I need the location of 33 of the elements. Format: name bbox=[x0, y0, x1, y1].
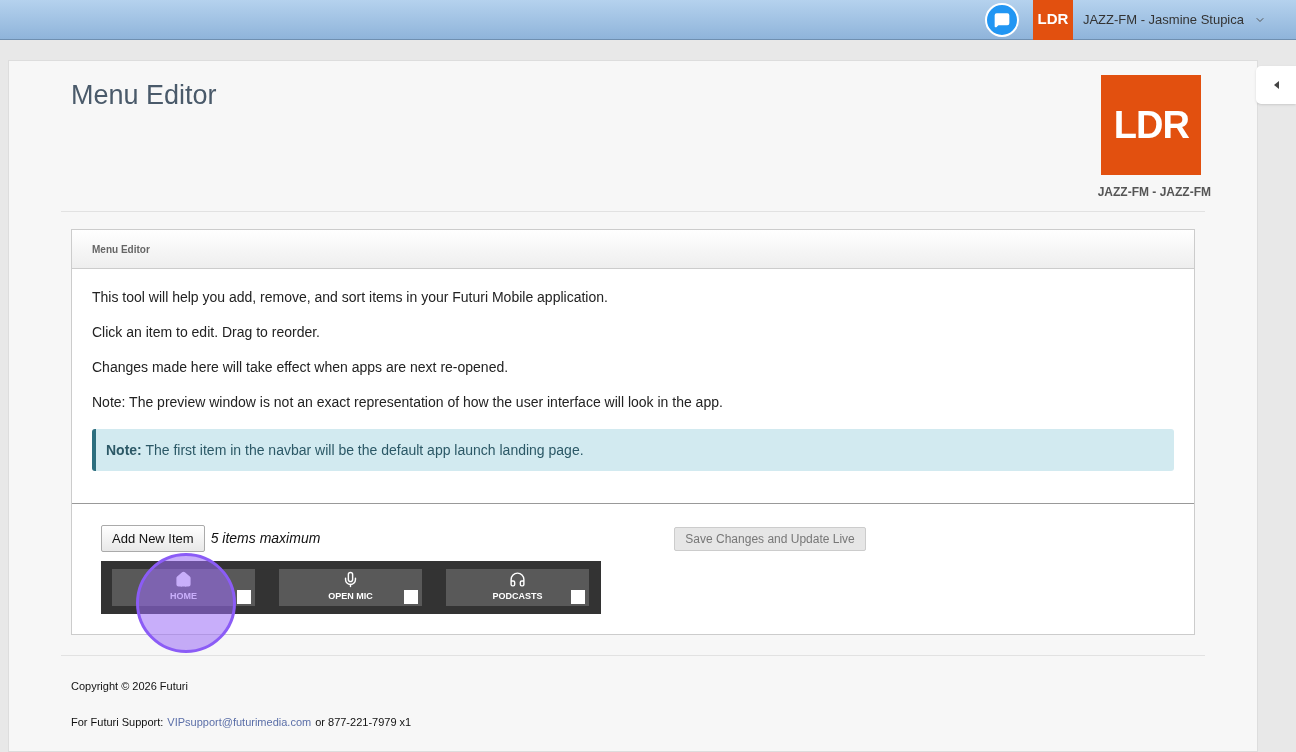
nav-item[interactable]: OPEN MIC bbox=[279, 569, 422, 606]
support-label: For Futuri Support: bbox=[71, 714, 164, 730]
nav-item[interactable]: PODCASTS bbox=[446, 569, 589, 606]
nav-label: OPEN MIC bbox=[328, 590, 373, 604]
instruction-text: Changes made here will take effect when apps are next re-opened. bbox=[92, 358, 510, 377]
checkbox[interactable] bbox=[404, 590, 418, 604]
page-title: Menu Editor bbox=[71, 79, 217, 112]
nav-label: HOME bbox=[170, 590, 197, 604]
support-email-link[interactable]: VIPsupport@futurimedia.com bbox=[167, 713, 312, 730]
caret-icon bbox=[1273, 81, 1279, 89]
logo: LDR bbox=[1032, 0, 1073, 40]
card-title: Menu Editor bbox=[92, 242, 150, 257]
headphones-icon bbox=[509, 571, 526, 589]
home-icon bbox=[175, 571, 192, 589]
microphone-icon bbox=[342, 571, 359, 589]
account-name[interactable]: JAZZ-FM - Jasmine Stupica bbox=[1082, 9, 1244, 30]
logo: LDR bbox=[1101, 75, 1202, 175]
side-toggle-button[interactable] bbox=[1256, 66, 1296, 104]
station-name: JAZZ-FM - JAZZ-FM bbox=[1097, 184, 1211, 201]
checkbox[interactable] bbox=[237, 590, 251, 604]
limit-text: 5 items maximum bbox=[210, 529, 321, 548]
copyright-text: Copyright © 2026 Futuri bbox=[71, 679, 189, 694]
instruction-text: This tool will help you add, remove, and sort items in your Futuri Mobile application. bbox=[92, 288, 609, 307]
save-button[interactable]: Save Changes and Update Live bbox=[674, 526, 866, 551]
checkbox[interactable] bbox=[571, 590, 585, 604]
nav-label: PODCASTS bbox=[492, 590, 543, 604]
instruction-text: Click an item to edit. Drag to reorder. bbox=[92, 323, 321, 342]
chat-icon bbox=[993, 11, 1010, 28]
note-text: Note: The first item in the navbar will be the default app launch landing page. bbox=[106, 442, 584, 458]
support-phone: or 877-221-7979 x1 bbox=[315, 714, 412, 730]
chat-button[interactable] bbox=[984, 2, 1019, 37]
instruction-text: Note: The preview window is not an exact representation of how the user interface will look in the app. bbox=[92, 393, 724, 412]
add-item-button[interactable]: Add New Item bbox=[101, 525, 205, 552]
